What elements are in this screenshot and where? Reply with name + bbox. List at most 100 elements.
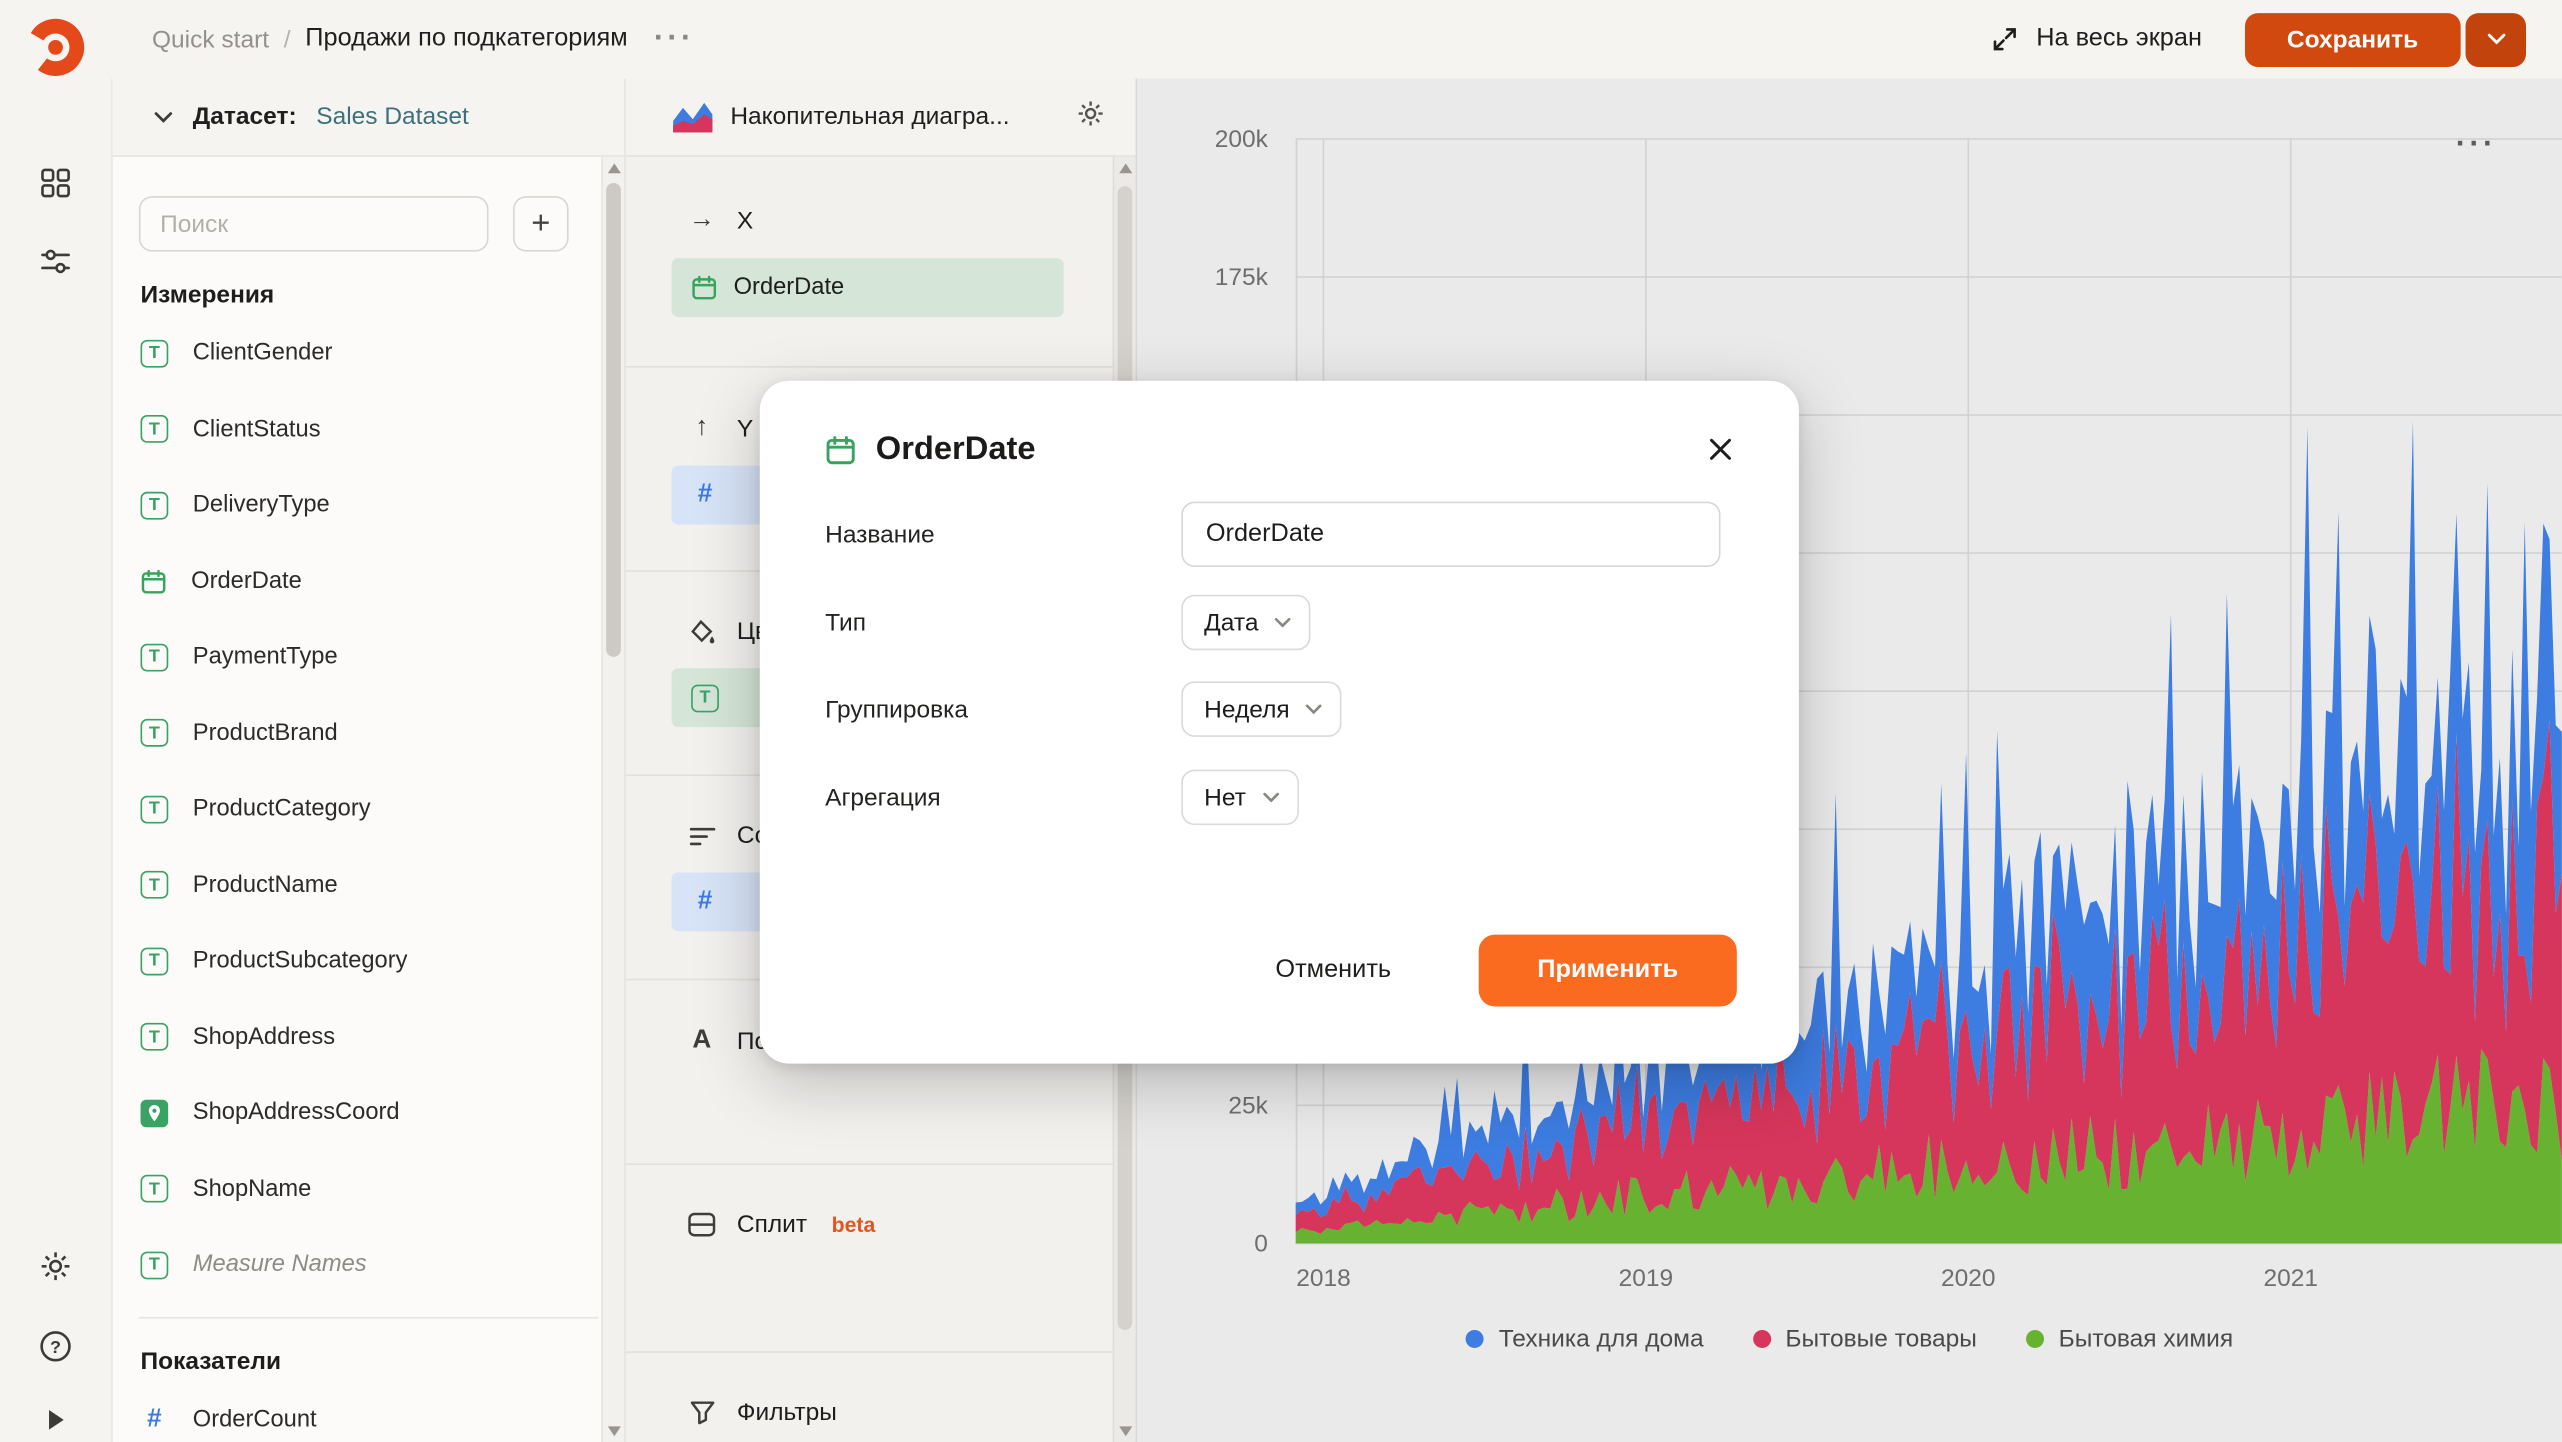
chart-more-button[interactable]: ···	[2456, 127, 2497, 163]
scroll-down-icon[interactable]	[1119, 1426, 1132, 1436]
save-button[interactable]: Сохранить	[2244, 12, 2460, 66]
field-item[interactable]: TClientGender	[113, 315, 624, 391]
name-input[interactable]	[1181, 502, 1720, 567]
calendar-icon	[825, 434, 856, 465]
scroll-up-icon[interactable]	[608, 163, 621, 173]
field-search-input[interactable]	[139, 196, 489, 252]
fullscreen-button[interactable]: На весь экран	[1990, 25, 2201, 54]
chart-type-selector[interactable]: Накопительная диагра...	[730, 103, 1009, 131]
cancel-button[interactable]: Отменить	[1235, 935, 1431, 1007]
field-item[interactable]: TProductCategory	[113, 771, 624, 847]
field-label: ProductCategory	[193, 796, 371, 822]
dataset-label: Датасет:	[193, 103, 297, 131]
number-field-icon: #	[691, 480, 719, 509]
text-field-icon: T	[141, 1023, 169, 1051]
legend-item[interactable]: Техника для дома	[1466, 1324, 1704, 1352]
letter-a-icon: A	[688, 1026, 716, 1055]
fullscreen-label: На весь экран	[2036, 25, 2202, 54]
grouping-select[interactable]: Неделя	[1181, 681, 1342, 737]
breadcrumb-current: Продажи по подкатегориям	[305, 25, 627, 54]
left-rail: ?	[0, 0, 111, 1442]
arrow-up-icon: ↑	[688, 413, 716, 442]
section-split-label: Сплит	[737, 1211, 807, 1239]
dataset-name-link[interactable]: Sales Dataset	[316, 103, 469, 131]
field-item[interactable]: TProductSubcategory	[113, 923, 624, 999]
breadcrumb-more-button[interactable]: ···	[654, 31, 695, 47]
type-select[interactable]: Дата	[1181, 595, 1310, 651]
paint-bucket-icon	[688, 618, 716, 644]
area-chart-icon	[672, 100, 714, 133]
dimensions-list: TClientGenderTClientStatusTDeliveryTypeO…	[113, 315, 624, 1303]
sort-icon	[688, 824, 716, 847]
x-axis-tick: 2018	[1296, 1265, 1351, 1292]
field-label: ShopName	[193, 1176, 312, 1202]
field-label: PaymentType	[193, 644, 338, 670]
field-item[interactable]: ShopAddressCoord	[113, 1075, 624, 1151]
text-field-icon: T	[141, 719, 169, 747]
field-item[interactable]: TShopAddress	[113, 999, 624, 1075]
text-field-icon: T	[141, 1251, 169, 1279]
aggregation-select[interactable]: Нет	[1181, 770, 1298, 826]
legend-dot	[1753, 1329, 1771, 1347]
section-x-label: X	[737, 207, 753, 235]
field-item[interactable]: TDeliveryType	[113, 467, 624, 543]
svg-text:?: ?	[50, 1337, 61, 1357]
field-item[interactable]: TProductName	[113, 847, 624, 923]
grouping-field-label: Группировка	[825, 695, 1181, 723]
y-axis-tick: 0	[1254, 1231, 1268, 1258]
workbooks-grid-icon[interactable]	[38, 165, 74, 201]
services-sliders-icon[interactable]	[38, 243, 74, 279]
close-icon[interactable]	[1701, 430, 1740, 469]
measures-list: # OrderCount	[113, 1381, 624, 1442]
apply-button[interactable]: Применить	[1479, 935, 1737, 1007]
field-item[interactable]: TClientStatus	[113, 391, 624, 467]
chevron-down-icon[interactable]	[154, 110, 174, 123]
field-label: DeliveryType	[193, 492, 330, 518]
legend-item[interactable]: Бытовые товары	[1753, 1324, 1977, 1352]
breadcrumb-root[interactable]: Quick start	[152, 25, 269, 53]
calendar-icon	[141, 568, 167, 594]
help-icon[interactable]: ?	[38, 1328, 74, 1364]
text-field-icon: T	[141, 339, 169, 367]
funnel-icon	[688, 1400, 716, 1425]
chart-settings-gear-icon[interactable]	[1075, 97, 1106, 136]
settings-gear-icon[interactable]	[38, 1248, 74, 1284]
field-item[interactable]: TMeasure Names	[113, 1227, 624, 1303]
aggregation-field-label: Агрегация	[825, 783, 1181, 811]
section-split: Сплит beta	[626, 1165, 1136, 1353]
section-y-label: Y	[737, 414, 753, 442]
dataset-fields: + Измерения TClientGenderTClientStatusTD…	[113, 157, 624, 1442]
number-field-icon: #	[141, 1405, 169, 1434]
legend-item[interactable]: Бытовая химия	[2026, 1324, 2233, 1352]
add-field-button[interactable]: +	[513, 196, 569, 252]
dataset-panel-header: Датасет: Sales Dataset	[113, 78, 624, 156]
field-item[interactable]: OrderDate	[113, 543, 624, 619]
field-label: OrderDate	[191, 568, 302, 594]
expand-rail-icon[interactable]	[38, 1402, 74, 1438]
y-axis-tick: 25k	[1228, 1093, 1268, 1120]
scroll-down-icon[interactable]	[608, 1426, 621, 1436]
legend-label: Бытовые товары	[1785, 1324, 1977, 1352]
scrollbar-thumb[interactable]	[606, 183, 621, 657]
text-field-icon: T	[141, 947, 169, 975]
datalens-logo-icon[interactable]	[21, 13, 90, 82]
chevron-down-icon	[2486, 33, 2506, 46]
field-settings-dialog: OrderDate Название Тип Дата Группировка …	[760, 381, 1799, 1064]
field-chip-orderdate[interactable]: OrderDate	[672, 258, 1064, 317]
legend-label: Бытовая химия	[2059, 1324, 2233, 1352]
field-label: ProductBrand	[193, 720, 338, 746]
field-label: OrderCount	[193, 1406, 317, 1432]
fullscreen-icon	[1990, 25, 2019, 54]
save-dropdown-button[interactable]	[2466, 12, 2526, 66]
split-icon	[688, 1212, 716, 1237]
scroll-up-icon[interactable]	[1119, 163, 1132, 173]
dataset-scrollbar[interactable]	[601, 157, 624, 1442]
field-item[interactable]: TPaymentType	[113, 619, 624, 695]
field-item[interactable]: TShopName	[113, 1151, 624, 1227]
field-item[interactable]: T ProductBrand	[113, 695, 624, 771]
app-root: ? Quick start / Продажи по подкатегориям…	[0, 0, 2562, 1442]
grouping-select-value: Неделя	[1204, 695, 1289, 723]
chart-legend: Техника для дома Бытовые товары Бытовая хи…	[1137, 1317, 2562, 1359]
field-item[interactable]: # OrderCount	[113, 1381, 624, 1442]
dataset-panel: Датасет: Sales Dataset + Измерения TClie…	[111, 78, 626, 1442]
